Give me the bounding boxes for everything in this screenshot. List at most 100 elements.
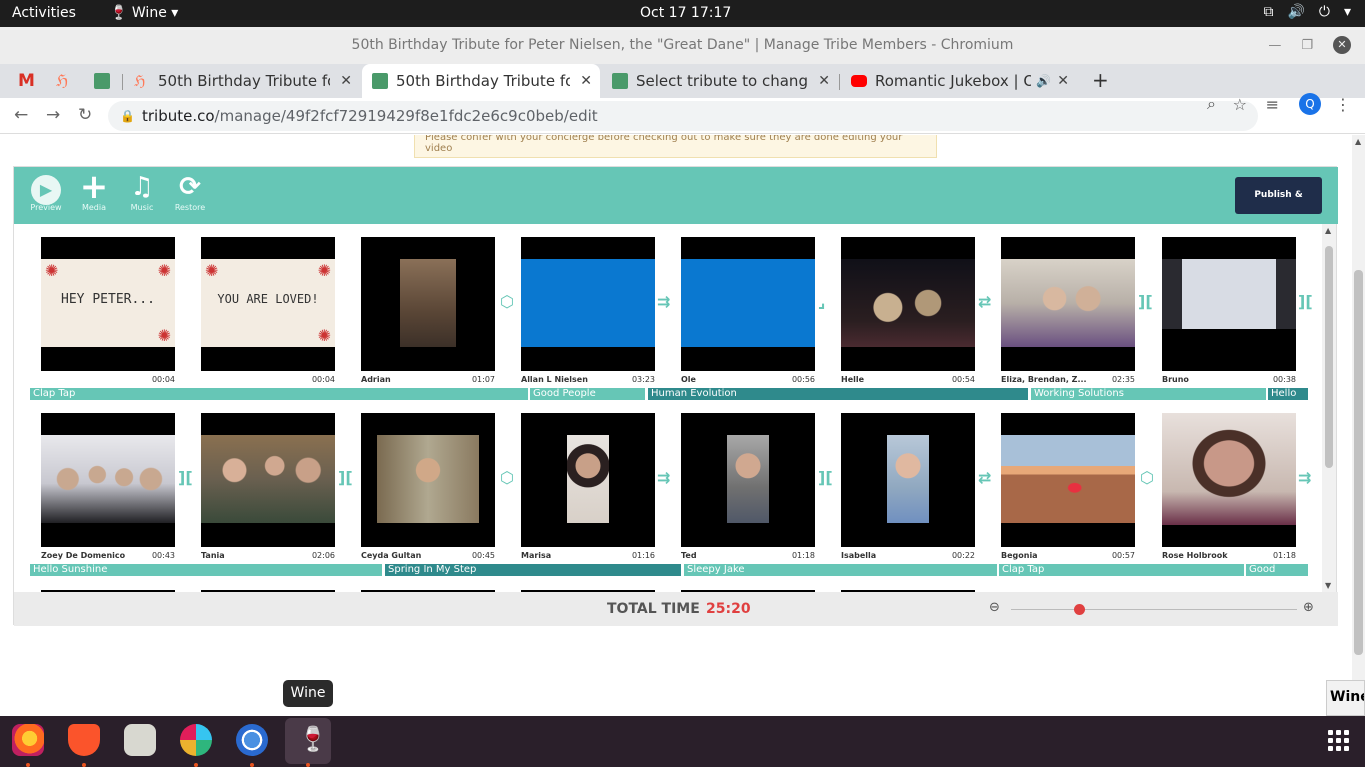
clip-title-card[interactable]: YOU ARE LOVED! ✺ ✺ ✺ xyxy=(201,237,335,371)
clip-video[interactable] xyxy=(681,237,815,371)
network-icon: ⧉ xyxy=(1263,4,1274,20)
page-scroll-thumb[interactable] xyxy=(1354,270,1363,655)
brave-icon[interactable] xyxy=(68,724,100,756)
page-scrollbar[interactable]: ▲ xyxy=(1352,135,1365,716)
bracket-transition-icon[interactable]: ][ xyxy=(338,468,353,487)
wine-dock-item[interactable]: 🍷 xyxy=(285,718,331,764)
clip-duration: 01:18 xyxy=(791,551,815,560)
zoom-in-icon[interactable]: ⊕ xyxy=(1303,600,1314,615)
clip-video[interactable] xyxy=(41,413,175,547)
clip-title-card[interactable]: HEY PETER... ✺ ✺ ✺ xyxy=(41,237,175,371)
tab-tribute-2[interactable]: 50th Birthday Tribute for ✕ xyxy=(362,64,600,98)
cube-transition-icon[interactable]: ⬡ xyxy=(500,292,514,311)
cube-transition-icon[interactable]: ⬡ xyxy=(500,468,514,487)
zoom-slider[interactable]: ⊖ ⊕ xyxy=(989,600,1319,617)
music-track[interactable]: Clap Tap xyxy=(30,388,528,400)
back-button[interactable]: ← xyxy=(14,105,28,125)
clip-video[interactable] xyxy=(1162,237,1296,371)
lock-icon: 🔒 xyxy=(120,109,135,123)
music-track[interactable]: Good xyxy=(1246,564,1308,576)
clip-video[interactable] xyxy=(1001,237,1135,371)
corner-transition-icon[interactable]: ⌟ xyxy=(818,292,826,311)
system-tray[interactable]: ⧉ 🔊 ⏻ ▾ xyxy=(1263,4,1351,20)
clip-video[interactable] xyxy=(841,237,975,371)
music-track[interactable]: Spring In My Step xyxy=(385,564,681,576)
reload-button[interactable]: ↻ xyxy=(78,105,92,125)
zoom-handle[interactable] xyxy=(1074,604,1085,615)
cube-transition-icon[interactable]: ⬡ xyxy=(1140,468,1154,487)
minimize-button[interactable]: — xyxy=(1268,27,1281,64)
clip-video[interactable] xyxy=(201,413,335,547)
slack-icon[interactable] xyxy=(180,724,212,756)
music-track[interactable]: Good People xyxy=(530,388,645,400)
chromium-icon[interactable] xyxy=(236,724,268,756)
clip-video[interactable] xyxy=(361,413,495,547)
zoom-icon[interactable]: ⌕ xyxy=(1207,94,1216,114)
chevron-up-icon[interactable]: ▲ xyxy=(1355,137,1361,146)
music-track[interactable]: Hello Sunshine xyxy=(30,564,382,576)
close-icon[interactable]: ✕ xyxy=(1057,64,1069,98)
slide-transition-icon[interactable]: ⇉ xyxy=(657,292,670,311)
bracket-transition-icon[interactable]: ][ xyxy=(818,468,833,487)
music-track[interactable]: Human Evolution xyxy=(648,388,1028,400)
swap-transition-icon[interactable]: ⇄ xyxy=(978,292,991,311)
menu-icon[interactable]: ⋮ xyxy=(1335,95,1351,114)
show-apps-grid-icon[interactable] xyxy=(1328,730,1349,751)
close-icon[interactable]: ✕ xyxy=(340,64,352,98)
gmail-pinned-tab[interactable]: M xyxy=(18,71,35,91)
tab-tribute-1[interactable]: ℌ 50th Birthday Tribute for ✕ xyxy=(124,64,360,98)
media-button[interactable]: + Media xyxy=(74,170,114,212)
bracket-transition-icon[interactable]: ][ xyxy=(1298,292,1313,311)
activities-button[interactable]: Activities xyxy=(12,5,76,21)
chevron-up-icon[interactable]: ▲ xyxy=(1325,226,1331,235)
close-window-button[interactable]: ✕ xyxy=(1333,36,1351,54)
clock[interactable]: Oct 17 17:17 xyxy=(640,5,731,21)
bracket-transition-icon[interactable]: ][ xyxy=(1138,292,1153,311)
hubspot-pinned-tab[interactable]: ℌ xyxy=(56,71,68,90)
files-icon[interactable] xyxy=(124,724,156,756)
clip-video[interactable] xyxy=(521,413,655,547)
window-title-bar: 50th Birthday Tribute for Peter Nielsen,… xyxy=(0,27,1365,64)
clip-video[interactable] xyxy=(521,237,655,371)
timeline-scrollbar[interactable]: ▲ ▼ xyxy=(1322,224,1336,592)
tab-select-tribute[interactable]: Select tribute to change | ✕ xyxy=(602,64,838,98)
maximize-button[interactable]: ❐ xyxy=(1301,27,1313,64)
clip-video[interactable] xyxy=(361,237,495,371)
window-title: 50th Birthday Tribute for Peter Nielsen,… xyxy=(351,37,1014,53)
clip-video[interactable] xyxy=(841,413,975,547)
swap-transition-icon[interactable]: ⇄ xyxy=(978,468,991,487)
music-track[interactable]: Working Solutions xyxy=(1031,388,1266,400)
clip-video[interactable] xyxy=(1001,413,1135,547)
timeline-scroll-thumb[interactable] xyxy=(1325,246,1333,468)
running-indicator xyxy=(306,763,310,767)
firefox-icon[interactable] xyxy=(12,724,44,756)
tab-romantic-jukebox[interactable]: Romantic Jukebox | Ol 🔊 ✕ xyxy=(841,64,1077,98)
music-button[interactable]: ♫ Music xyxy=(122,173,162,212)
wine-notification[interactable]: Wine xyxy=(1326,680,1365,716)
bracket-transition-icon[interactable]: ][ xyxy=(178,468,193,487)
clip-video[interactable] xyxy=(681,413,815,547)
app-menu[interactable]: 🍷 Wine ▾ xyxy=(110,5,178,21)
close-icon[interactable]: ✕ xyxy=(818,64,830,98)
publish-checkout-button[interactable]: Publish & Checkout xyxy=(1235,177,1322,237)
restore-button[interactable]: ⟳ Restore xyxy=(170,173,210,212)
bookmark-star-icon[interactable]: ☆ xyxy=(1233,95,1247,114)
chevron-down-icon[interactable]: ▼ xyxy=(1325,581,1331,590)
music-track[interactable]: Clap Tap xyxy=(999,564,1244,576)
music-track[interactable]: Sleepy Jake xyxy=(684,564,997,576)
music-track[interactable]: Hello xyxy=(1268,388,1308,400)
new-tab-button[interactable]: + xyxy=(1092,68,1109,92)
slide-transition-icon[interactable]: ⇉ xyxy=(657,468,670,487)
close-icon[interactable]: ✕ xyxy=(580,64,592,98)
tribute-pinned-tab[interactable] xyxy=(94,73,110,89)
clip-name: Begonia xyxy=(1001,551,1038,560)
address-input[interactable]: 🔒 tribute.co/manage/49f2fcf72919429f8e1f… xyxy=(108,101,1258,131)
zoom-out-icon[interactable]: ⊖ xyxy=(989,600,1000,615)
media-controls-icon[interactable]: ≡ xyxy=(1266,95,1279,114)
profile-avatar[interactable]: Q xyxy=(1299,93,1321,115)
slide-transition-icon[interactable]: ⇉ xyxy=(1298,468,1311,487)
forward-button[interactable]: → xyxy=(46,105,60,125)
clip-video[interactable] xyxy=(1162,413,1296,547)
clip-name: Zoey De Domenico xyxy=(41,551,126,560)
preview-button[interactable]: ▶ Preview xyxy=(26,173,66,212)
